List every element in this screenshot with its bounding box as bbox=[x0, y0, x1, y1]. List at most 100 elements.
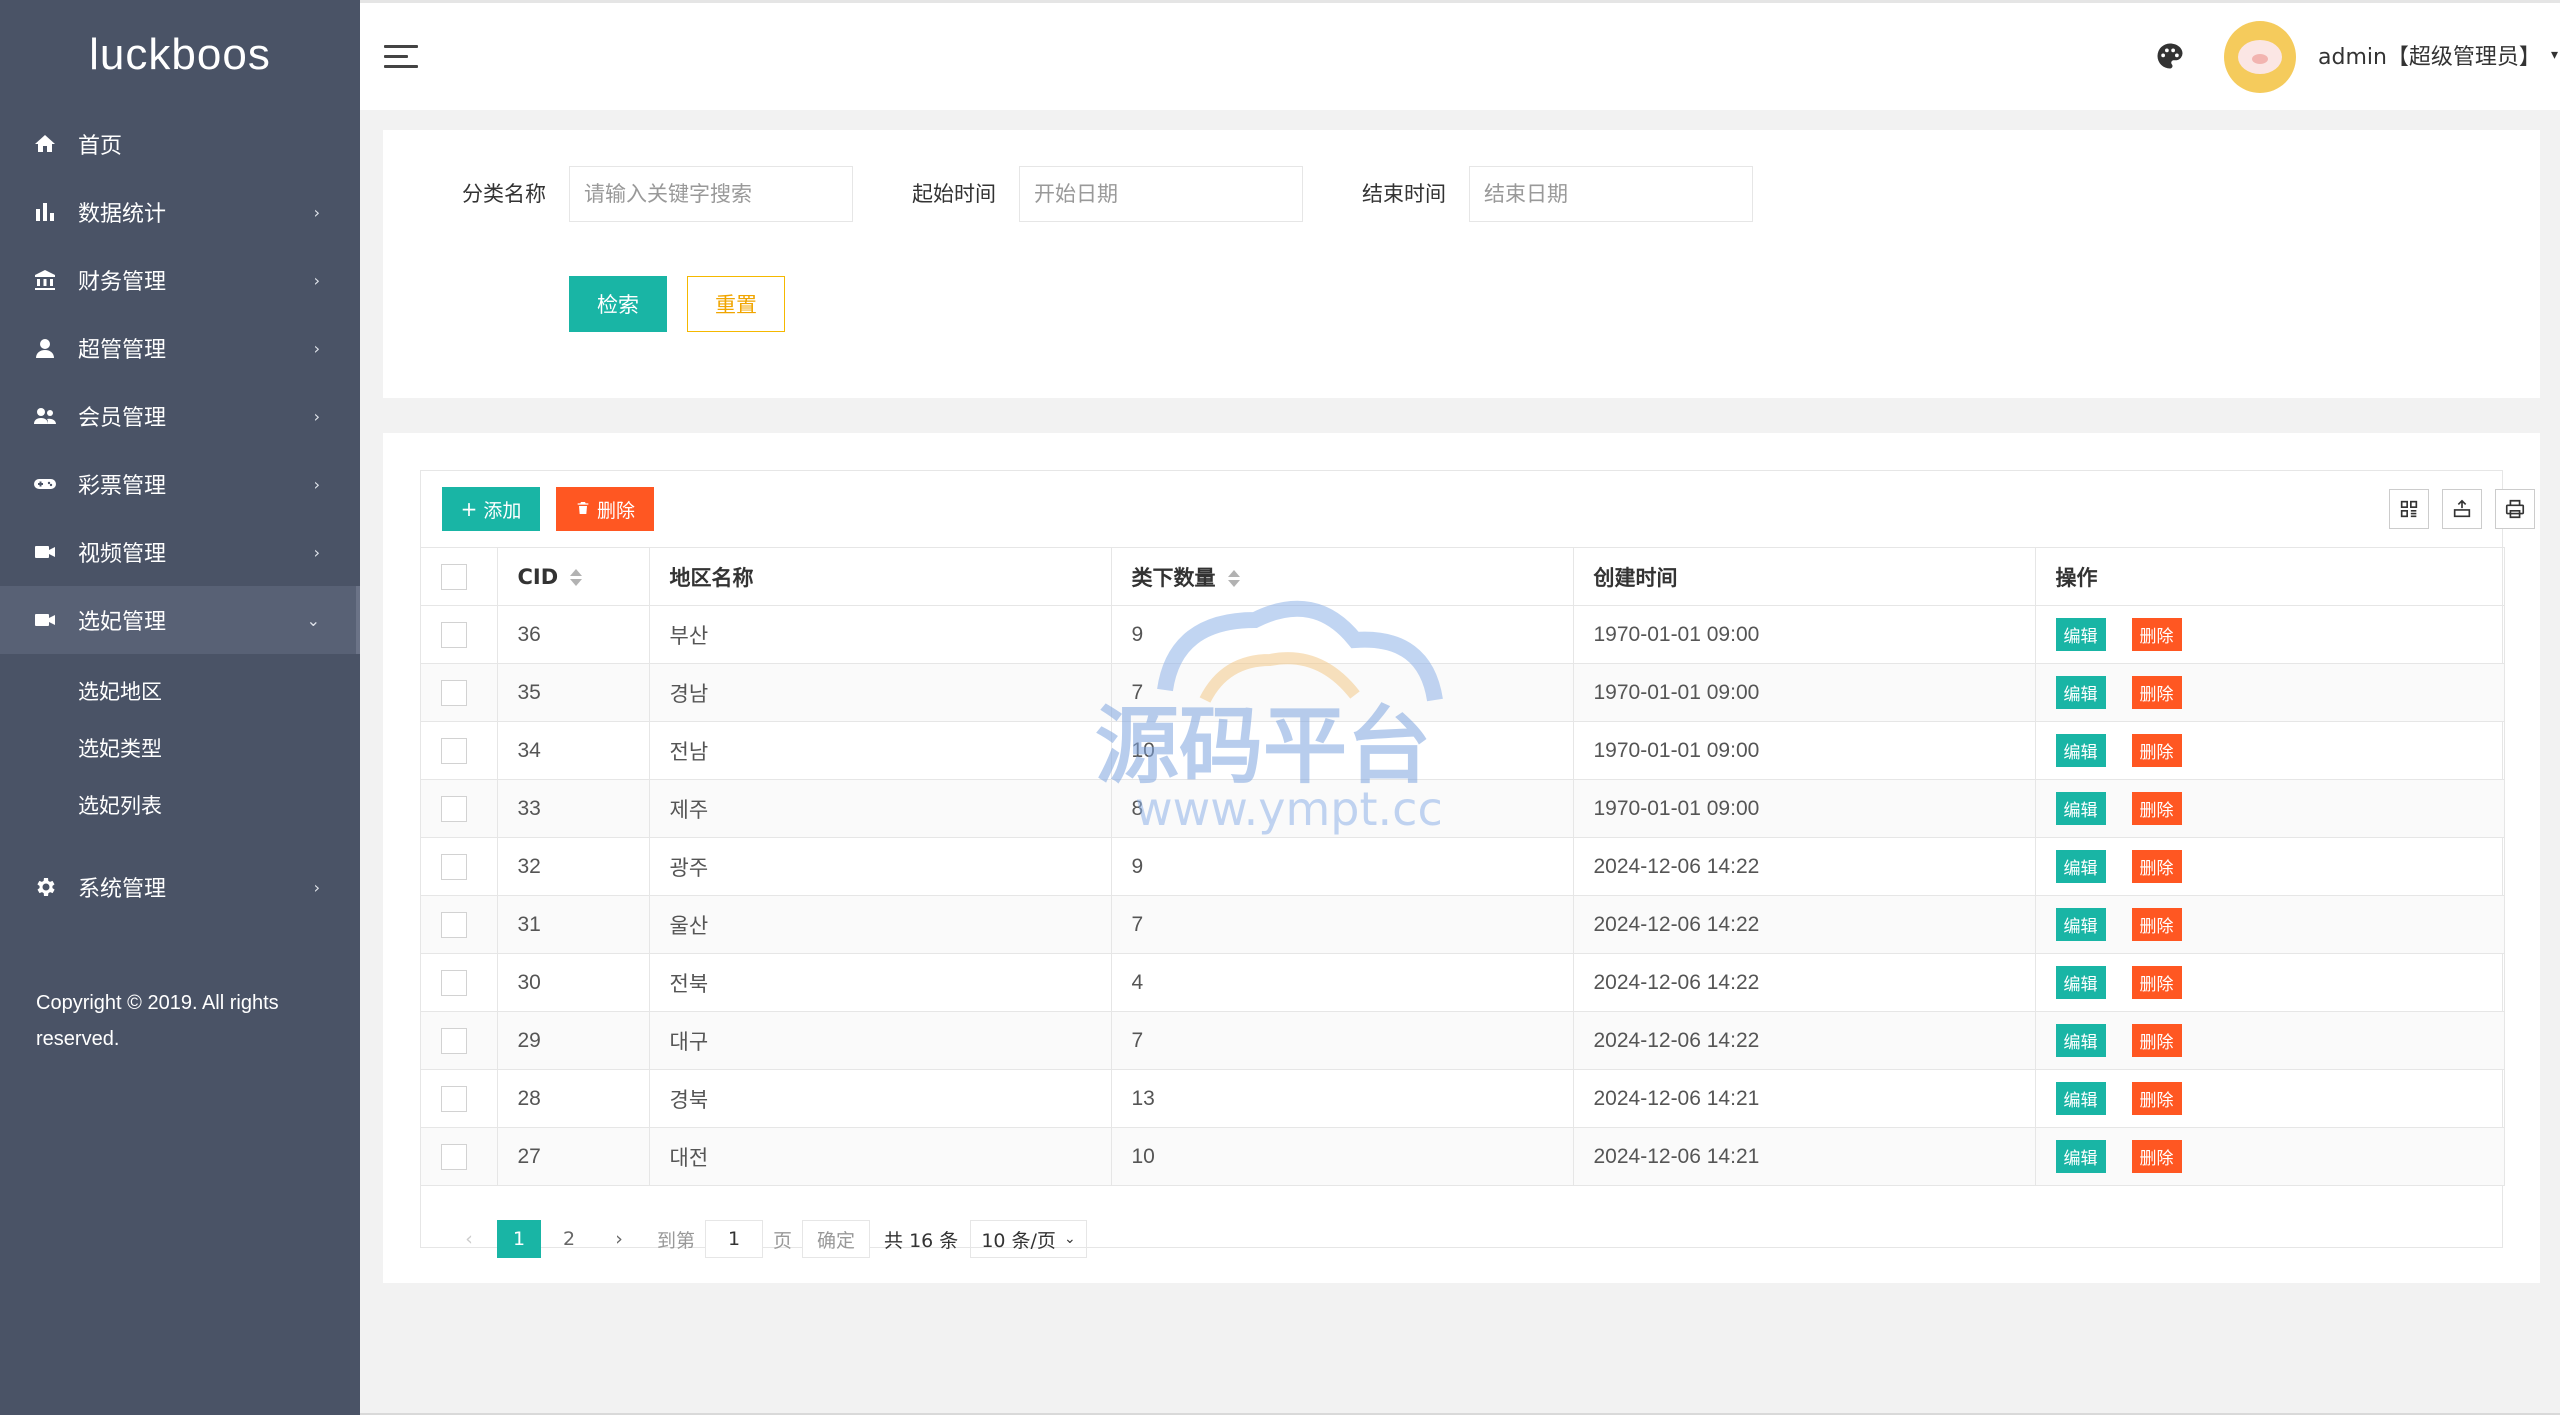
batch-delete-button[interactable]: 删除 bbox=[556, 487, 654, 531]
edit-button[interactable]: 编辑 bbox=[2055, 618, 2106, 651]
sidebar-item-home[interactable]: 首页 bbox=[0, 110, 360, 178]
row-select-cell bbox=[421, 721, 498, 780]
row-checkbox[interactable] bbox=[441, 1027, 467, 1054]
trash-icon bbox=[575, 497, 591, 521]
delete-button[interactable]: 删除 bbox=[2131, 676, 2182, 709]
delete-button[interactable]: 删除 bbox=[2131, 1082, 2182, 1115]
row-checkbox[interactable] bbox=[441, 969, 467, 996]
count-cell: 9 bbox=[1111, 605, 1574, 664]
edit-button[interactable]: 编辑 bbox=[2055, 1082, 2106, 1115]
edit-button[interactable]: 编辑 bbox=[2055, 792, 2106, 825]
sidebar-subitem-types[interactable]: 选妃类型 bbox=[0, 719, 360, 776]
delete-button[interactable]: 删除 bbox=[2131, 792, 2182, 825]
region-name-cell: 부산 bbox=[649, 605, 1112, 664]
add-button-label: 添加 bbox=[483, 499, 522, 522]
edit-button[interactable]: 编辑 bbox=[2055, 676, 2106, 709]
palette-icon[interactable] bbox=[2155, 41, 2185, 71]
category-name-input[interactable] bbox=[569, 166, 853, 222]
row-checkbox[interactable] bbox=[441, 679, 467, 706]
sidebar-item-admin[interactable]: 超管管理 › bbox=[0, 314, 360, 382]
row-checkbox[interactable] bbox=[441, 1085, 467, 1112]
delete-button[interactable]: 删除 bbox=[2131, 1024, 2182, 1057]
prev-page-button[interactable]: ‹ bbox=[447, 1220, 491, 1258]
start-date-input[interactable] bbox=[1019, 166, 1303, 222]
top-header: admin【超级管理员】 ▾ bbox=[360, 0, 2560, 110]
select-all-checkbox[interactable] bbox=[441, 563, 467, 590]
reset-button[interactable]: 重置 bbox=[687, 276, 785, 332]
row-select-cell bbox=[421, 779, 498, 838]
sidebar-item-lottery[interactable]: 彩票管理 › bbox=[0, 450, 360, 518]
delete-button[interactable]: 删除 bbox=[2131, 618, 2182, 651]
sidebar-subnav: 选妃地区 选妃类型 选妃列表 bbox=[0, 654, 360, 853]
edit-button[interactable]: 编辑 bbox=[2055, 966, 2106, 999]
row-checkbox[interactable] bbox=[441, 911, 467, 938]
row-checkbox[interactable] bbox=[441, 853, 467, 880]
goto-page-input[interactable] bbox=[705, 1220, 764, 1258]
columns-filter-icon[interactable] bbox=[2389, 489, 2429, 529]
print-icon[interactable] bbox=[2495, 489, 2535, 529]
column-header-cid[interactable]: CID bbox=[497, 547, 650, 606]
sidebar-item-members[interactable]: 会员管理 › bbox=[0, 382, 360, 450]
edit-button[interactable]: 编辑 bbox=[2055, 734, 2106, 767]
sidebar-item-system[interactable]: 系统管理 › bbox=[0, 853, 360, 921]
sidebar-item-videos[interactable]: 视频管理 › bbox=[0, 518, 360, 586]
bar-chart-icon bbox=[32, 199, 58, 225]
sort-icon[interactable] bbox=[570, 568, 583, 587]
user-menu[interactable]: admin【超级管理员】 ▾ bbox=[2318, 39, 2558, 71]
chevron-right-icon: › bbox=[313, 338, 320, 358]
edit-button[interactable]: 编辑 bbox=[2055, 908, 2106, 941]
row-checkbox[interactable] bbox=[441, 795, 467, 822]
menu-toggle-icon[interactable] bbox=[384, 45, 418, 69]
delete-button[interactable]: 删除 bbox=[2131, 734, 2182, 767]
sidebar-item-label: 系统管理 bbox=[78, 877, 167, 902]
row-checkbox[interactable] bbox=[441, 621, 467, 648]
sidebar-item-label: 超管管理 bbox=[78, 338, 167, 363]
chevron-right-icon: › bbox=[313, 877, 320, 897]
sidebar-item-label: 选妃管理 bbox=[78, 610, 167, 635]
row-select-cell bbox=[421, 895, 498, 954]
add-button[interactable]: + 添加 bbox=[442, 487, 540, 531]
sidebar-item-finance[interactable]: 财务管理 › bbox=[0, 246, 360, 314]
end-date-input[interactable] bbox=[1469, 166, 1753, 222]
delete-button[interactable]: 删除 bbox=[2131, 908, 2182, 941]
next-page-button[interactable]: › bbox=[597, 1220, 641, 1258]
copyright-text: Copyright © 2019. All rights reserved. bbox=[36, 992, 279, 1050]
row-checkbox[interactable] bbox=[441, 737, 467, 764]
sidebar-item-statistics[interactable]: 数据统计 › bbox=[0, 178, 360, 246]
goto-confirm-button[interactable]: 确定 bbox=[802, 1220, 871, 1258]
row-checkbox[interactable] bbox=[441, 1143, 467, 1170]
delete-button[interactable]: 删除 bbox=[2131, 850, 2182, 883]
edit-button[interactable]: 编辑 bbox=[2055, 1140, 2106, 1173]
delete-button[interactable]: 删除 bbox=[2131, 1140, 2182, 1173]
created-cell: 1970-01-01 09:00 bbox=[1573, 605, 2036, 664]
edit-button[interactable]: 编辑 bbox=[2055, 1024, 2106, 1057]
created-cell: 2024-12-06 14:22 bbox=[1573, 895, 2036, 954]
avatar[interactable] bbox=[2224, 21, 2296, 93]
sidebar-item-label: 会员管理 bbox=[78, 406, 167, 431]
row-select-cell bbox=[421, 953, 498, 1012]
search-button[interactable]: 检索 bbox=[569, 276, 667, 332]
column-header-region-name: 地区名称 bbox=[649, 547, 1112, 606]
row-select-cell bbox=[421, 837, 498, 896]
chevron-down-icon: ⌄ bbox=[306, 610, 320, 630]
page-size-select[interactable]: 10 条/页 ⌄ bbox=[970, 1220, 1087, 1258]
count-cell: 7 bbox=[1111, 895, 1574, 954]
app-logo[interactable]: luckboos bbox=[0, 0, 360, 110]
cid-cell: 31 bbox=[497, 895, 650, 954]
sort-icon[interactable] bbox=[1227, 569, 1240, 588]
column-header-created: 创建时间 bbox=[1573, 547, 2036, 606]
sidebar-subitem-regions[interactable]: 选妃地区 bbox=[0, 662, 360, 719]
export-icon[interactable] bbox=[2442, 489, 2482, 529]
row-select-cell bbox=[421, 1011, 498, 1070]
edit-button[interactable]: 编辑 bbox=[2055, 850, 2106, 883]
page-1-button[interactable]: 1 bbox=[497, 1220, 541, 1258]
delete-button-label: 删除 bbox=[596, 499, 635, 522]
delete-button[interactable]: 删除 bbox=[2131, 966, 2182, 999]
video-icon bbox=[32, 607, 58, 633]
sidebar-subitem-list[interactable]: 选妃列表 bbox=[0, 776, 360, 833]
search-panel: 分类名称 起始时间 结束时间 检索 重置 bbox=[383, 130, 2540, 398]
sidebar-item-selection[interactable]: 选妃管理 ⌄ bbox=[0, 586, 360, 654]
count-cell: 13 bbox=[1111, 1069, 1574, 1128]
column-header-count[interactable]: 类下数量 bbox=[1111, 547, 1574, 606]
page-2-button[interactable]: 2 bbox=[547, 1220, 591, 1258]
